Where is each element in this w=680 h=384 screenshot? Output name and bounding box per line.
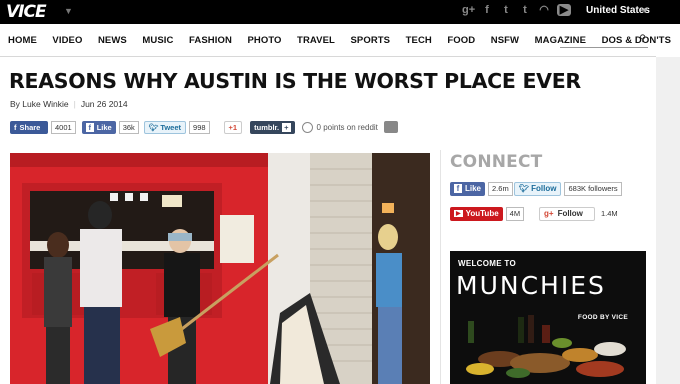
article-title: REASONS WHY AUSTIN IS THE WORST PLACE EV… [9,69,581,93]
plus-icon: + [282,122,291,132]
tweet-button[interactable]: 🐦︎ Tweet [143,120,187,134]
chevron-down-icon[interactable]: ▼ [641,6,649,15]
google-plus-icon[interactable]: g+ [462,4,475,16]
food-spread-image [466,315,626,378]
tumblr-icon[interactable]: t [519,4,531,16]
google-plus-row: g+ Follow 1.4M [539,206,621,221]
byline-divider: | [73,99,76,109]
twitter-bird-icon: 🐦︎ [519,184,530,193]
twitter-follow-row: 🐦︎ Follow 683K followers [514,181,622,196]
byline: By Luke Winkie | Jun 26 2014 [10,99,128,109]
tumblr-share-button[interactable]: tumblr. + [250,120,295,134]
nav-item-travel[interactable]: TRAVEL [297,35,335,46]
tumblr-label: tumblr. [254,122,280,132]
facebook-share-button[interactable]: f Share [10,120,48,134]
nav-item-sports[interactable]: SPORTS [350,35,390,46]
author-link[interactable]: By Luke Winkie [10,99,69,109]
reddit-alien-icon [301,121,313,133]
facebook-icon: f [14,122,17,132]
twitter-follow-label: Follow [531,184,557,193]
youtube-icon: ▶ [454,210,463,217]
youtube-row: ▶ YouTube 4M [450,206,525,221]
publish-date: Jun 26 2014 [80,99,128,109]
facebook-icon: f [454,184,462,193]
reddit-widget[interactable]: 0 points on reddit [301,121,378,133]
google-plus-button[interactable]: +1 [223,120,243,134]
twitter-follow-button[interactable]: 🐦︎ Follow [514,181,562,196]
facebook-like-label: Like [96,122,112,132]
tweet-count: 998 [189,120,210,134]
search-icon[interactable]: ⚲ [639,33,646,44]
google-plus-follow-button[interactable]: g+ Follow [539,206,595,221]
facebook-share-count: 4001 [51,120,76,134]
youtube-subscribe-button[interactable]: ▶ YouTube [450,206,503,221]
reddit-points: 0 points on reddit [316,122,378,132]
article-hero-image [10,153,430,384]
nav-item-tech[interactable]: TECH [406,35,432,46]
munchies-ad-banner[interactable]: WELCOME TO MUNCHIES FOOD BY VICE [450,251,646,384]
nav-item-fashion[interactable]: FASHION [189,35,232,46]
social-links: g+ f t t ◠ ▶ [462,4,571,20]
rss-icon[interactable]: ◠ [538,4,550,16]
share-bar: f Share 4001 f Like 36k 🐦︎ Tweet 998 +1 tum… [10,120,398,134]
connect-heading: CONNECT [450,152,543,172]
search-box: ⚲ [560,32,648,49]
nav-item-home[interactable]: HOME [8,35,37,46]
street-scene-photo [10,153,430,384]
google-plus-count: 1.4M [601,209,618,218]
twitter-bird-icon: 🐦︎ [148,122,159,132]
nav-item-food[interactable]: FOOD [447,35,475,46]
facebook-like-count: 2.6m [488,181,513,196]
vice-logo[interactable]: VICE [6,2,58,22]
youtube-count: 4M [505,206,525,221]
chevron-down-icon[interactable]: ▼ [64,6,73,16]
twitter-follower-count: 683K followers [564,181,622,196]
top-bar: VICE ▼ g+ f t t ◠ ▶ United States ▼ [0,0,680,24]
google-plus-label: +1 [228,122,238,132]
nav-item-photo[interactable]: PHOTO [247,35,281,46]
facebook-like-button[interactable]: f Like [450,181,486,196]
sidebar-divider [440,150,441,384]
tweet-label: Tweet [160,122,182,132]
twitter-icon[interactable]: t [500,4,512,16]
print-icon[interactable] [383,121,398,133]
youtube-label: YouTube [465,209,499,218]
nav-item-nsfw[interactable]: NSFW [491,35,519,46]
google-plus-follow-label: Follow [557,209,583,218]
facebook-like-button[interactable]: f Like [81,120,116,134]
facebook-like-row: f Like 2.6m [450,181,513,196]
facebook-icon[interactable]: f [481,4,493,16]
facebook-like-label: Like [465,184,482,193]
nav-item-music[interactable]: MUSIC [142,35,173,46]
facebook-share-label: Share [19,122,41,132]
nav-item-news[interactable]: NEWS [98,35,127,46]
google-plus-icon: g+ [544,209,554,218]
scrollbar-track[interactable] [656,57,680,384]
search-input[interactable] [560,35,632,49]
facebook-icon: f [85,122,94,132]
facebook-like-count: 36k [118,120,139,134]
main-nav: HOME VIDEO NEWS MUSIC FASHION PHOTO TRAV… [0,24,671,57]
nav-item-video[interactable]: VIDEO [52,35,82,46]
youtube-icon[interactable]: ▶ [557,4,571,16]
